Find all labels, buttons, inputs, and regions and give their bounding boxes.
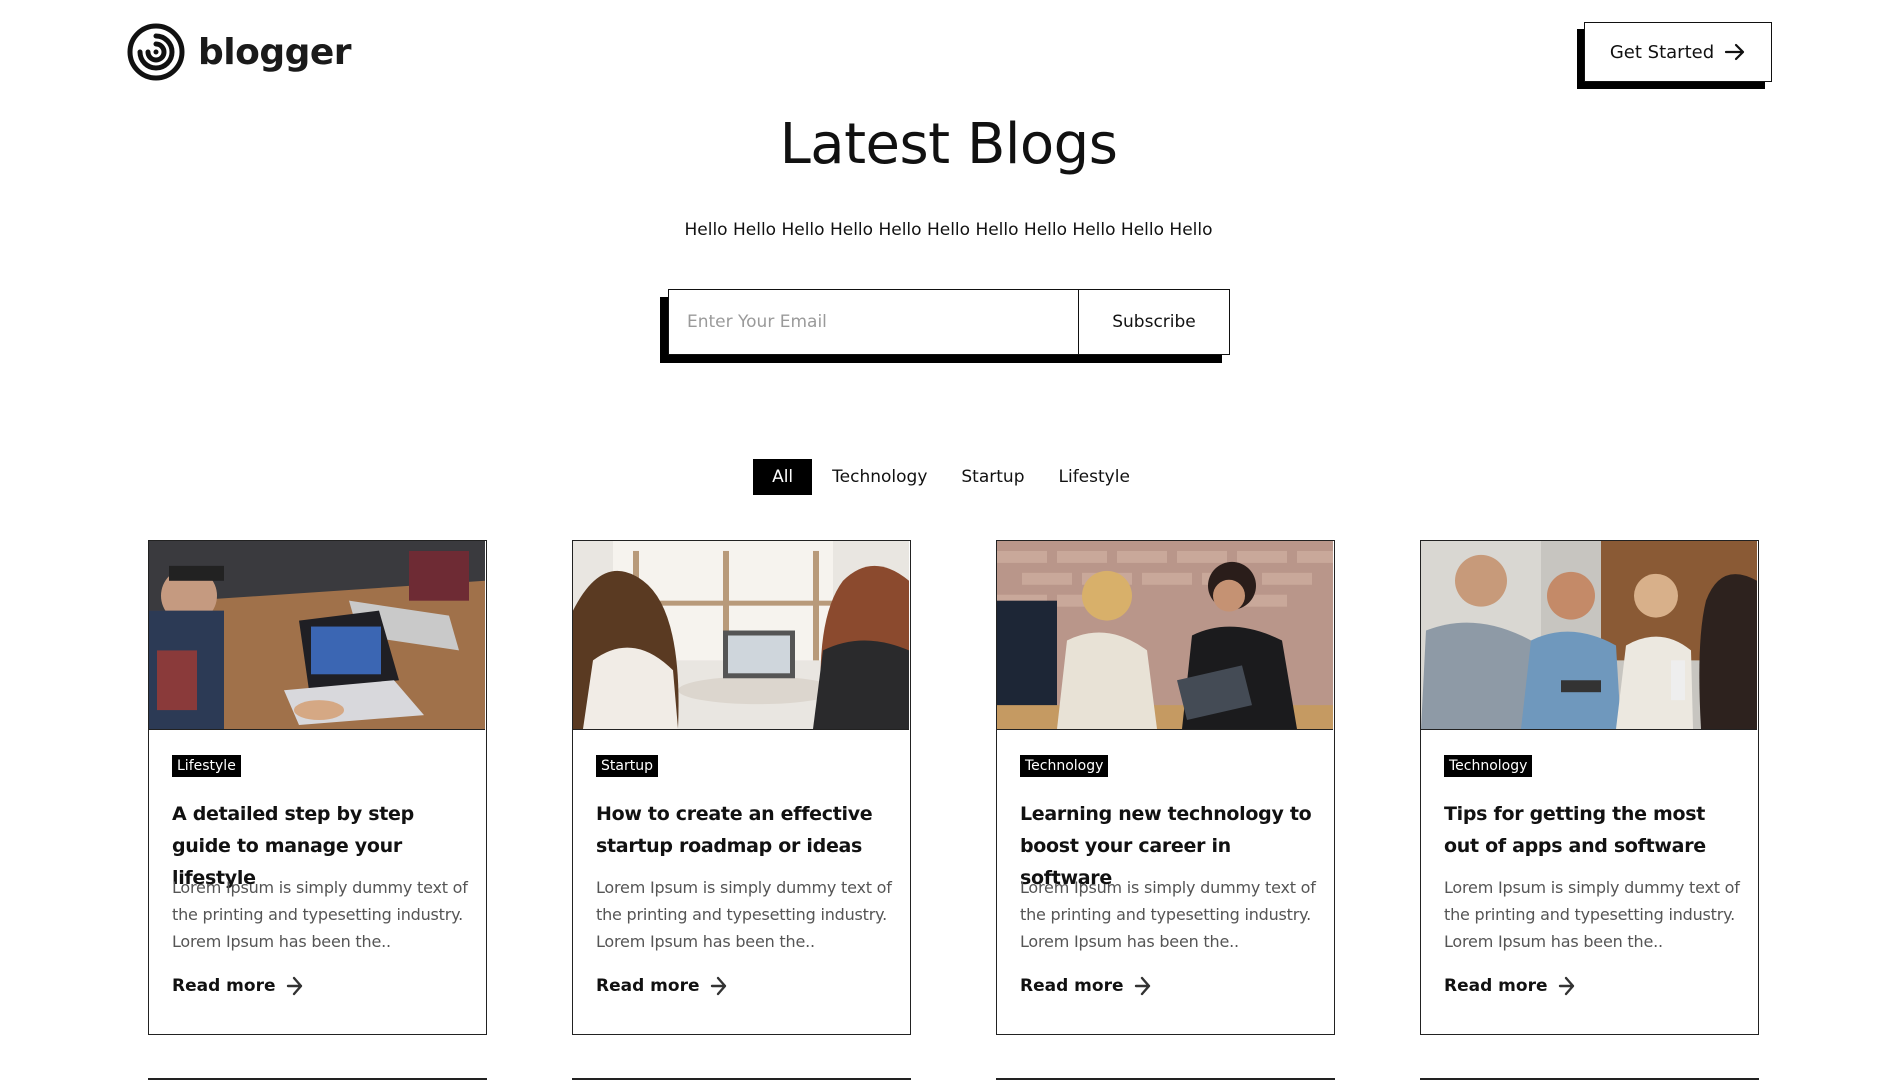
post-excerpt: Lorem Ipsum is simply dummy text of the … bbox=[172, 878, 468, 951]
women-meeting-tablet-photo[interactable] bbox=[997, 541, 1333, 730]
tab-all[interactable]: All bbox=[753, 459, 813, 495]
group-with-phones-photo[interactable] bbox=[1421, 541, 1757, 730]
post-excerpt: Lorem Ipsum is simply dummy text of the … bbox=[1020, 878, 1316, 951]
tab-startup[interactable]: Startup bbox=[947, 459, 1038, 495]
page-subtitle: Hello Hello Hello Hello Hello Hello Hell… bbox=[684, 220, 1213, 240]
read-more-label: Read more bbox=[1020, 976, 1124, 996]
category-badge: Startup bbox=[596, 755, 658, 777]
read-more-label: Read more bbox=[596, 976, 700, 996]
read-more-link[interactable]: Read more bbox=[172, 973, 304, 999]
concentric-rings-logo-icon bbox=[127, 23, 185, 81]
blog-card[interactable]: Lifestyle A detailed step by step guide … bbox=[148, 540, 487, 1035]
post-title[interactable]: Tips for getting the most out of apps an… bbox=[1444, 798, 1744, 862]
arrow-right-icon bbox=[1725, 43, 1745, 61]
blog-page: blogger Get Started Latest Blogs Hello H… bbox=[0, 0, 1897, 1080]
category-tabs: All Technology Startup Lifestyle bbox=[0, 459, 1897, 495]
subscribe-wrapper: Subscribe bbox=[660, 289, 1230, 363]
two-women-at-laptop-photo[interactable] bbox=[573, 541, 909, 730]
blog-card[interactable]: Startup How to create an effective start… bbox=[572, 540, 911, 1035]
brand-logo[interactable]: blogger bbox=[126, 22, 352, 82]
subscribe-form: Subscribe bbox=[668, 289, 1230, 355]
get-started-wrapper: Get Started bbox=[1577, 22, 1772, 89]
arrow-right-icon bbox=[1558, 976, 1574, 996]
arrow-right-icon bbox=[1134, 976, 1150, 996]
blog-card[interactable]: Technology Learning new technology to bo… bbox=[996, 540, 1335, 1035]
get-started-button[interactable]: Get Started bbox=[1584, 22, 1772, 82]
tab-technology[interactable]: Technology bbox=[818, 459, 941, 495]
brand-name: blogger bbox=[198, 31, 352, 73]
category-badge: Technology bbox=[1444, 755, 1533, 777]
read-more-label: Read more bbox=[172, 976, 276, 996]
read-more-link[interactable]: Read more bbox=[1444, 973, 1576, 999]
post-excerpt: Lorem Ipsum is simply dummy text of the … bbox=[1444, 878, 1740, 951]
read-more-label: Read more bbox=[1444, 976, 1548, 996]
subscribe-button[interactable]: Subscribe bbox=[1078, 290, 1229, 354]
arrow-right-icon bbox=[286, 976, 302, 996]
blog-card[interactable]: Technology Tips for getting the most out… bbox=[1420, 540, 1759, 1035]
get-started-label: Get Started bbox=[1609, 41, 1715, 63]
arrow-right-icon bbox=[710, 976, 726, 996]
post-excerpt: Lorem Ipsum is simply dummy text of the … bbox=[596, 878, 892, 951]
read-more-link[interactable]: Read more bbox=[596, 973, 728, 999]
category-badge: Lifestyle bbox=[172, 755, 241, 777]
tab-lifestyle[interactable]: Lifestyle bbox=[1045, 459, 1144, 495]
email-input[interactable] bbox=[669, 290, 1078, 354]
category-badge: Technology bbox=[1020, 755, 1109, 777]
people-working-laptop-photo[interactable] bbox=[149, 541, 485, 730]
page-title: Latest Blogs bbox=[779, 112, 1118, 177]
read-more-link[interactable]: Read more bbox=[1020, 973, 1152, 999]
post-title[interactable]: How to create an effective startup roadm… bbox=[596, 798, 896, 862]
